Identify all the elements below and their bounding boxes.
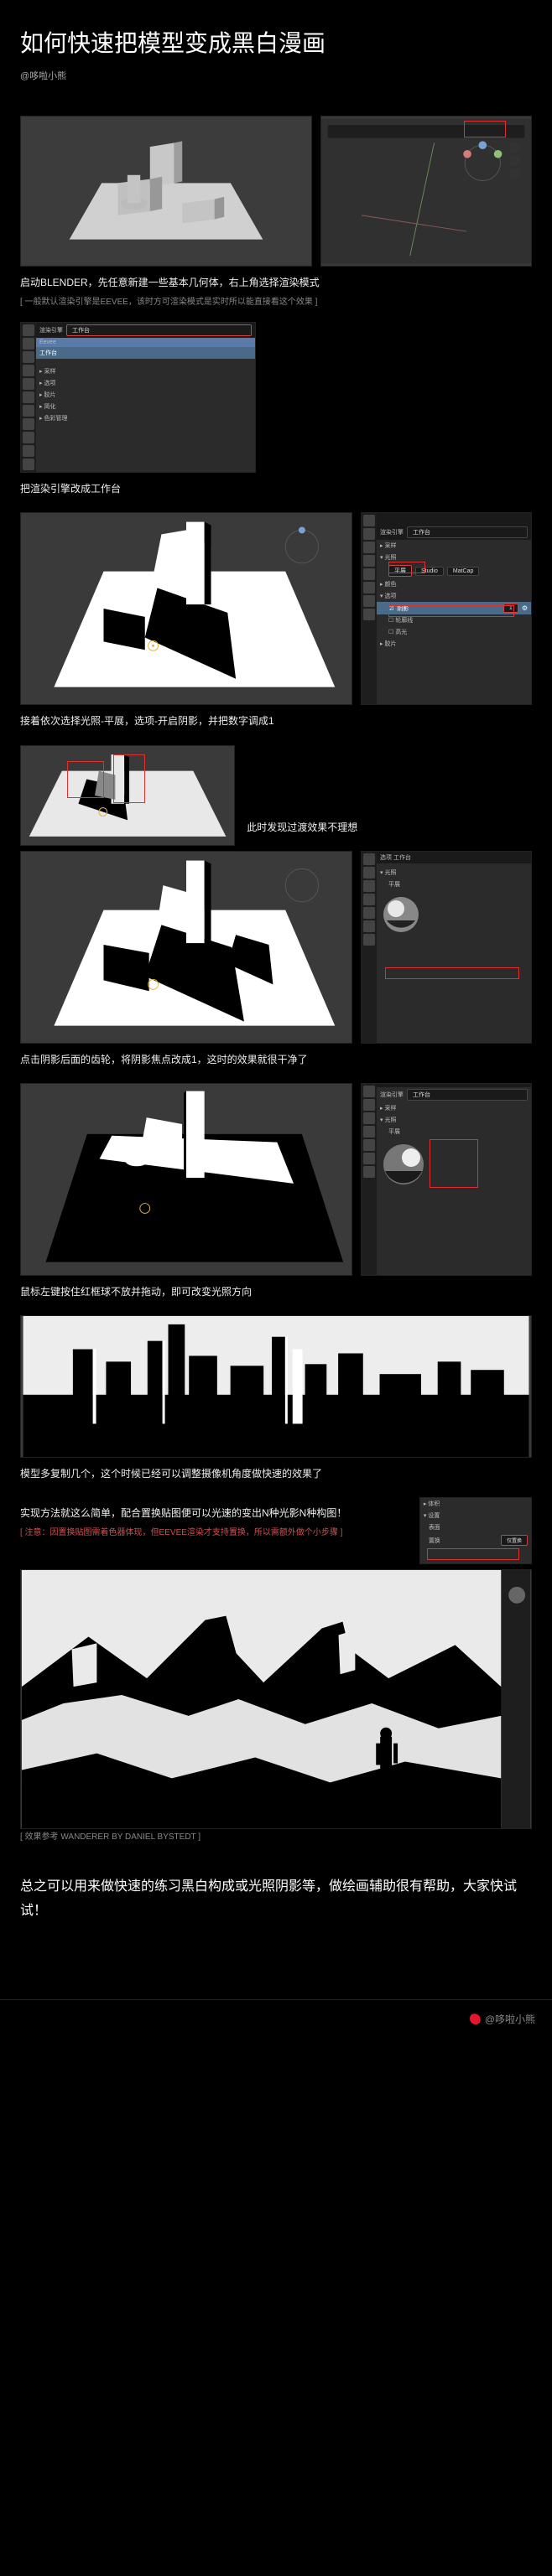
step8-note: [ 注意：因置换贴图需着色器体现，但EEVEE渲染才支持置换，所以需额外做个小步… — [20, 1525, 411, 1537]
footer: @哆啦小熊 — [0, 1999, 552, 2040]
step6-caption: 鼠标左键按住红框球不放并拖动，即可改变光照方向 — [20, 1284, 532, 1300]
screenshot-step6-viewport — [20, 1083, 352, 1276]
screenshot-step1-right — [320, 116, 532, 267]
step2-caption: 把渲染引擎改成工作台 — [20, 481, 532, 497]
step8-caption: 实现方法就这么简单，配合置换贴图便可以光速的变出N种光影N种构图！ — [20, 1506, 411, 1521]
screenshot-step5-panel: 选项 工作台 ▾ 光照 平展 旋转0° 阴影焦点 1 — [361, 851, 532, 1044]
step7-caption: 模型多复制几个，这个时候已经可以调整摄像机角度做快速的效果了 — [20, 1466, 532, 1482]
displacement-dropdown[interactable]: 仅置换 — [501, 1535, 528, 1546]
screenshot-step4-crop — [20, 745, 235, 846]
weibo-icon — [470, 2013, 482, 2024]
artwork-credit: [ 效果参考 WANDERER BY DANIEL BYSTEDT ] — [20, 1829, 532, 1842]
step1-note: [ 一般默认渲染引擎是EEVEE，该时方可渲染模式是实时所以能直接看这个效果 ] — [20, 294, 532, 307]
screenshot-step5-viewport — [20, 851, 352, 1044]
step4-caption: 此时发现过渡效果不理想 — [243, 820, 532, 834]
author-handle: @哆啦小熊 — [20, 69, 532, 82]
dropdown-option-workbench[interactable]: 工作台 — [36, 347, 255, 359]
step3-caption: 接着依次选择光照-平展，选项-开启阴影，并把数字调成1 — [20, 713, 532, 729]
page-title: 如何快速把模型变成黑白漫画 — [20, 25, 532, 59]
footer-author: @哆啦小熊 — [485, 2012, 535, 2026]
dropdown-option-eevee[interactable]: Eevee — [36, 338, 255, 347]
screenshot-step7-wide — [20, 1315, 532, 1458]
conclusion-text: 总之可以用来做快速的练习黑白构成或光照阴影等，做绘画辅助很有帮助，大家快试试！ — [20, 1875, 532, 1924]
step1-caption: 启动BLENDER，先任意新建一些基本几何体，右上角选择渲染模式 — [20, 275, 532, 291]
screenshot-step3-panel: 渲染引擎工作台 ▸ 采样 ▾ 光照 平展 Studio MatCap ▸ 颜色 … — [361, 512, 532, 705]
render-engine-dropdown[interactable]: 工作台 — [66, 324, 252, 336]
render-engine-label: 渲染引擎 — [39, 326, 63, 334]
screenshot-step8-panel: ▸ 体积 ▾ 设置 表面 置换 仅置换 — [419, 1497, 532, 1564]
screenshot-step3-viewport — [20, 512, 352, 705]
screenshot-step6-panel: 渲染引擎工作台 ▸ 采样 ▾ 光照 平展 ▸ 颜色 ▸ 选项 ▸ 胶片 — [361, 1083, 532, 1276]
gear-icon[interactable]: ⚙ — [522, 604, 528, 612]
screenshot-step1-left — [20, 116, 312, 267]
screenshot-artwork — [20, 1569, 532, 1829]
screenshot-step2-panel: 渲染引擎 工作台 Eevee 工作台 ▸ 采样 ▸ 选项 ▸ 胶片 ▸ 简化 ▸… — [20, 322, 256, 473]
step5-caption: 点击阴影后面的齿轮，将阴影焦点改成1，这时的效果就很干净了 — [20, 1052, 532, 1068]
